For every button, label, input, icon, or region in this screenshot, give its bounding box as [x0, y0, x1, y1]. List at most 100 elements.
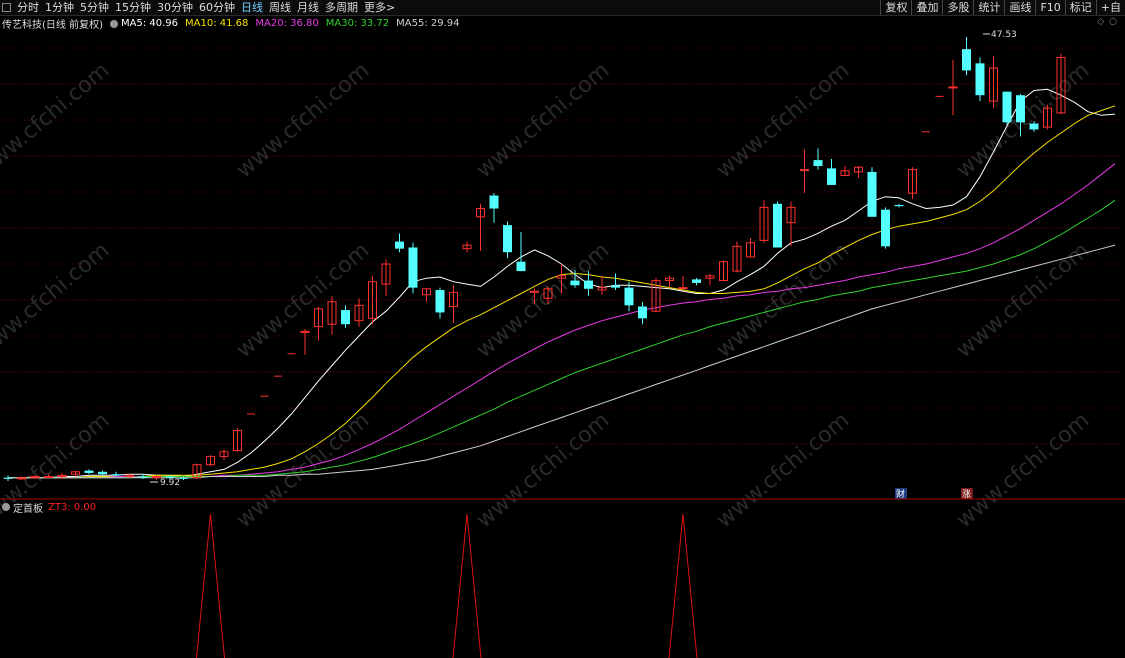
- candle: [692, 278, 701, 286]
- candle: [732, 241, 742, 273]
- candle-body: [584, 280, 593, 289]
- candle-body: [678, 287, 688, 290]
- candle: [611, 273, 620, 290]
- candle-body: [179, 477, 188, 479]
- candle-body: [1029, 123, 1039, 130]
- candle-body: [881, 209, 890, 247]
- indicator-pane: [196, 513, 698, 658]
- marker-cai[interactable]: 财: [896, 488, 905, 500]
- watermark-text: www.cfchi.com: [952, 408, 1094, 533]
- candlestick-chart[interactable]: www.cfchi.com www.cfchi.com www.cfchi.com w…: [0, 0, 1125, 658]
- candle: [233, 428, 242, 452]
- candle: [476, 203, 485, 252]
- candle: [395, 233, 404, 253]
- candle: [354, 298, 364, 327]
- indicator-bar: 定首板 ZT3: 0.00: [2, 500, 97, 515]
- candle: [449, 285, 458, 324]
- candle: [206, 455, 215, 466]
- watermark-text: www.cfchi.com: [232, 58, 374, 183]
- candle: [840, 166, 850, 176]
- candle: [219, 449, 229, 460]
- candle: [773, 201, 782, 248]
- candle: [813, 148, 823, 170]
- candle: [827, 158, 836, 185]
- zt3-peak: [452, 513, 482, 658]
- watermark-text: www.cfchi.com: [952, 238, 1094, 363]
- candles: [3, 37, 1066, 481]
- candle: [98, 470, 107, 476]
- candle: [1002, 91, 1012, 125]
- candle: [381, 259, 391, 296]
- candle-body: [975, 63, 985, 96]
- candle-body: [435, 289, 445, 313]
- candle-body: [516, 261, 526, 272]
- candle-body: [395, 241, 404, 249]
- ma-line-ma30: [8, 199, 1116, 479]
- watermarks: www.cfchi.com www.cfchi.com www.cfchi.com w…: [0, 58, 1094, 533]
- candle: [962, 37, 971, 76]
- candle: [867, 167, 877, 217]
- indicator-value: ZT3: 0.00: [48, 501, 97, 513]
- candle: [746, 238, 755, 258]
- candle-body: [813, 160, 823, 167]
- candle: [341, 305, 350, 328]
- candle-body: [800, 169, 809, 172]
- candle-body: [570, 280, 580, 286]
- candle: [854, 166, 863, 178]
- candle: [179, 476, 188, 481]
- candle: [948, 59, 958, 116]
- high-price-label: 47.53: [991, 30, 1017, 40]
- candle-body: [692, 279, 701, 283]
- candle-body: [503, 225, 512, 253]
- candle-body: [624, 287, 634, 306]
- watermark-text: www.cfchi.com: [0, 238, 114, 363]
- candle: [786, 201, 796, 247]
- candle: [71, 470, 80, 477]
- watermark-text: www.cfchi.com: [0, 58, 114, 183]
- candle: [975, 57, 985, 102]
- candle-body: [138, 476, 148, 478]
- candle-body: [867, 171, 877, 217]
- candle: [300, 328, 310, 355]
- candle: [408, 242, 418, 294]
- candle: [111, 471, 121, 477]
- candle: [908, 167, 917, 200]
- candle: [624, 281, 634, 312]
- ma-line-ma20: [8, 163, 1116, 479]
- candle: [516, 232, 526, 272]
- low-price-label: 9.92: [160, 478, 180, 488]
- candle-body: [894, 204, 904, 207]
- watermark-text: www.cfchi.com: [232, 408, 374, 533]
- candle-body: [98, 471, 107, 475]
- indicator-name[interactable]: 定首板: [13, 500, 43, 515]
- candle-body: [408, 247, 418, 288]
- candle: [989, 56, 998, 109]
- candle: [881, 207, 890, 249]
- candle: [503, 221, 512, 259]
- candle-body: [638, 306, 647, 319]
- zt3-peak: [196, 513, 225, 658]
- watermark-text: www.cfchi.com: [712, 408, 854, 533]
- candle-body: [84, 470, 94, 473]
- candle: [759, 200, 769, 243]
- candle: [638, 301, 647, 325]
- marker-zhang[interactable]: 涨: [962, 489, 971, 500]
- candle: [84, 469, 94, 475]
- zt3-peak: [668, 513, 698, 658]
- candle: [705, 273, 715, 286]
- candle-body: [44, 476, 53, 479]
- watermark-text: www.cfchi.com: [472, 408, 614, 533]
- candle: [678, 275, 688, 290]
- candle-body: [827, 168, 836, 185]
- candle: [597, 275, 607, 295]
- indicator-settings-icon[interactable]: [2, 503, 10, 511]
- candle: [894, 203, 904, 208]
- candle: [489, 193, 499, 223]
- candle-body: [3, 477, 13, 479]
- candle: [435, 287, 445, 319]
- candle-body: [1016, 95, 1025, 123]
- candle-body: [773, 203, 782, 248]
- candle: [665, 275, 674, 288]
- candle: [719, 260, 728, 282]
- candle-body: [489, 195, 499, 209]
